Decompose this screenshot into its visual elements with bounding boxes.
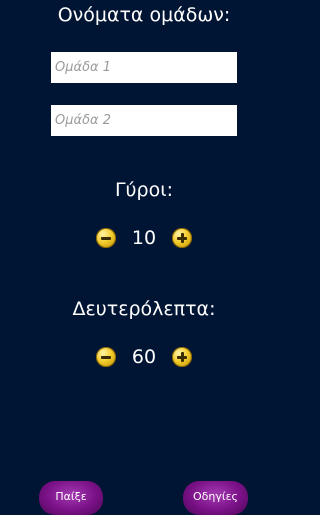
seconds-title: Δευτερόλεπτα: — [72, 298, 216, 320]
rounds-decrement-button[interactable] — [96, 228, 116, 248]
seconds-value: 60 — [131, 346, 157, 368]
team-names-title: Ονόματα ομάδων: — [57, 4, 231, 26]
rounds-increment-button[interactable] — [172, 228, 192, 248]
minus-icon — [101, 355, 111, 359]
seconds-increment-button[interactable] — [172, 347, 192, 367]
minus-icon — [101, 236, 111, 240]
plus-icon-vertical — [180, 352, 184, 362]
team-1-input[interactable] — [51, 52, 237, 83]
seconds-decrement-button[interactable] — [96, 347, 116, 367]
play-button[interactable]: Παίξε — [39, 481, 103, 515]
rounds-stepper: 10 — [0, 226, 288, 250]
seconds-stepper: 60 — [0, 345, 288, 369]
rounds-value: 10 — [131, 227, 157, 249]
team-2-input[interactable] — [51, 105, 237, 136]
instructions-button[interactable]: Οδηγίες — [183, 481, 248, 515]
plus-icon-vertical — [180, 233, 184, 243]
rounds-title: Γύροι: — [114, 179, 174, 201]
